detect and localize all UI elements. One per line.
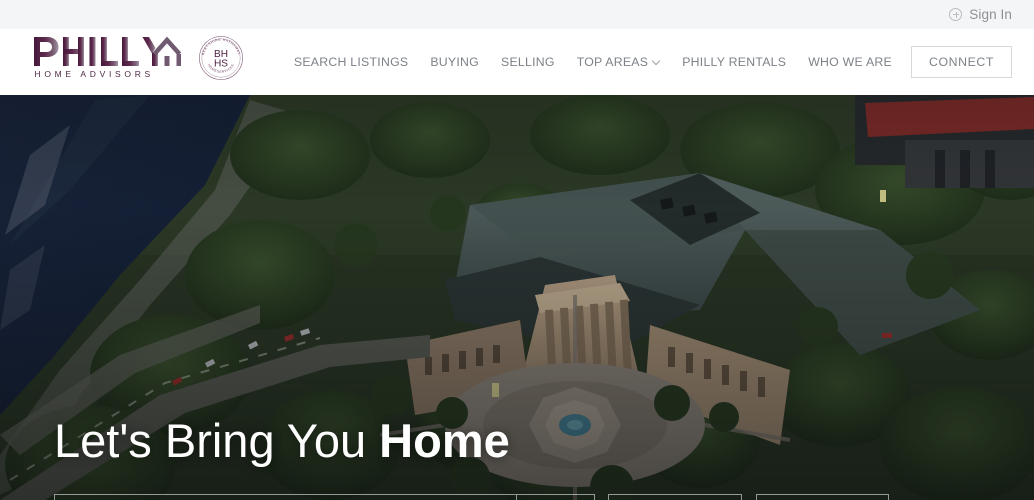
sell-your-home-button[interactable]: SELL YOUR HOME <box>608 494 742 500</box>
philly-home-advisors-logo: HOME ADVISORS <box>34 36 182 79</box>
bhhs-seal-icon: BERKSHIRE HATHAWAY HOMESERVICES BH HS <box>199 36 243 80</box>
connect-button[interactable]: CONNECT <box>911 46 1012 78</box>
nav-label: SEARCH LISTINGS <box>293 55 409 69</box>
headline-bold: Home <box>379 414 510 467</box>
logo-link[interactable]: HOME ADVISORS BERKSHIRE HATHAWAY HOMESER… <box>33 34 245 82</box>
nav-label: PHILLY RENTALS <box>682 55 787 69</box>
chevron-down-icon <box>653 58 660 65</box>
nav-label: TOP AREAS <box>576 55 649 69</box>
hero-search-row: SEARCH SELL YOUR HOME SEE HOME VALUE <box>54 494 889 500</box>
connect-label: CONNECT <box>929 55 994 69</box>
nav-item-philly-rentals[interactable]: PHILLY RENTALS <box>671 55 797 69</box>
nav-label: WHO WE ARE <box>808 55 892 69</box>
nav-item-selling[interactable]: SELLING <box>490 55 566 69</box>
search-input[interactable] <box>54 494 517 500</box>
hero-headline: Let's Bring You Home <box>54 417 510 464</box>
site-header: HOME ADVISORS BERKSHIRE HATHAWAY HOMESER… <box>0 29 1034 95</box>
sign-in-label: Sign In <box>969 7 1012 22</box>
see-home-value-button[interactable]: SEE HOME VALUE <box>756 494 889 500</box>
primary-nav: SEARCH LISTINGS BUYING SELLING TOP AREAS… <box>283 29 1012 95</box>
search-button[interactable]: SEARCH <box>517 494 595 500</box>
nav-item-top-areas[interactable]: TOP AREAS <box>566 55 672 69</box>
sign-in-button[interactable]: Sign In <box>949 7 1012 22</box>
svg-text:HOME ADVISORS: HOME ADVISORS <box>35 69 154 79</box>
page-root: Sign In HOME ADVISORS BERKSHIRE HATHAWAY… <box>0 0 1034 500</box>
nav-item-search-listings[interactable]: SEARCH LISTINGS <box>283 55 419 69</box>
utility-bar: Sign In <box>0 0 1034 29</box>
nav-item-who-we-are[interactable]: WHO WE ARE <box>797 55 903 69</box>
circle-plus-icon <box>949 8 963 21</box>
svg-text:HS: HS <box>214 59 228 70</box>
headline-light: Let's Bring You <box>54 414 367 467</box>
nav-label: BUYING <box>430 55 479 69</box>
nav-label: SELLING <box>501 55 555 69</box>
nav-item-buying[interactable]: BUYING <box>419 55 490 69</box>
hero-section: Let's Bring You Home SEARCH SELL YOUR HO… <box>0 95 1034 500</box>
